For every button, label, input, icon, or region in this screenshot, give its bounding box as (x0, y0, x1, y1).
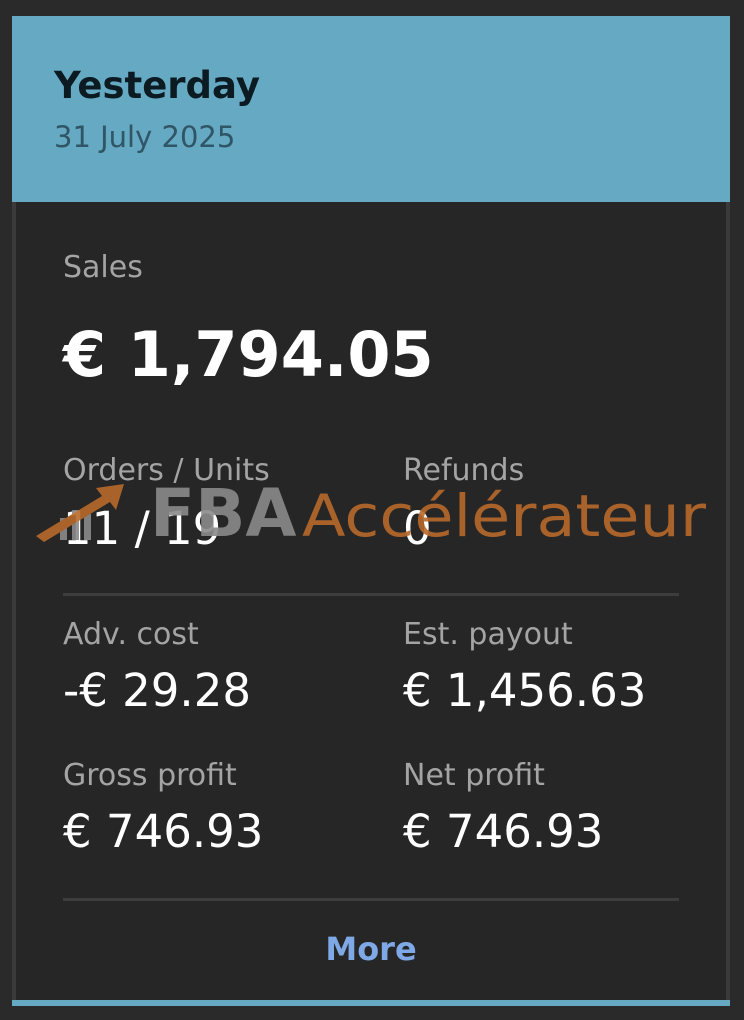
net-profit-label: Net profit (403, 758, 545, 793)
sales-label: Sales (63, 250, 143, 285)
more-link[interactable]: More (12, 930, 730, 968)
gross-profit-value: € 746.93 (63, 805, 264, 858)
period-date: 31 July 2025 (54, 120, 236, 154)
net-profit-value: € 746.93 (403, 805, 604, 858)
sales-value: € 1,794.05 (63, 318, 434, 391)
refunds-label: Refunds (403, 453, 525, 488)
adv-cost-value: -€ 29.28 (63, 664, 251, 717)
card-header: Yesterday 31 July 2025 (12, 16, 730, 202)
summary-card: Yesterday 31 July 2025 Sales € 1,794.05 … (12, 16, 730, 1006)
period-title: Yesterday (54, 64, 260, 107)
refunds-value: 0 (403, 502, 432, 555)
gross-profit-label: Gross profit (63, 758, 237, 793)
divider-bottom (63, 898, 679, 901)
est-payout-value: € 1,456.63 (403, 664, 647, 717)
orders-units-label: Orders / Units (63, 453, 270, 488)
divider-top (63, 593, 679, 596)
card-bottom-bar (12, 1000, 730, 1006)
est-payout-label: Est. payout (403, 617, 573, 652)
orders-units-value: 11 / 19 (63, 502, 222, 555)
adv-cost-label: Adv. cost (63, 617, 199, 652)
